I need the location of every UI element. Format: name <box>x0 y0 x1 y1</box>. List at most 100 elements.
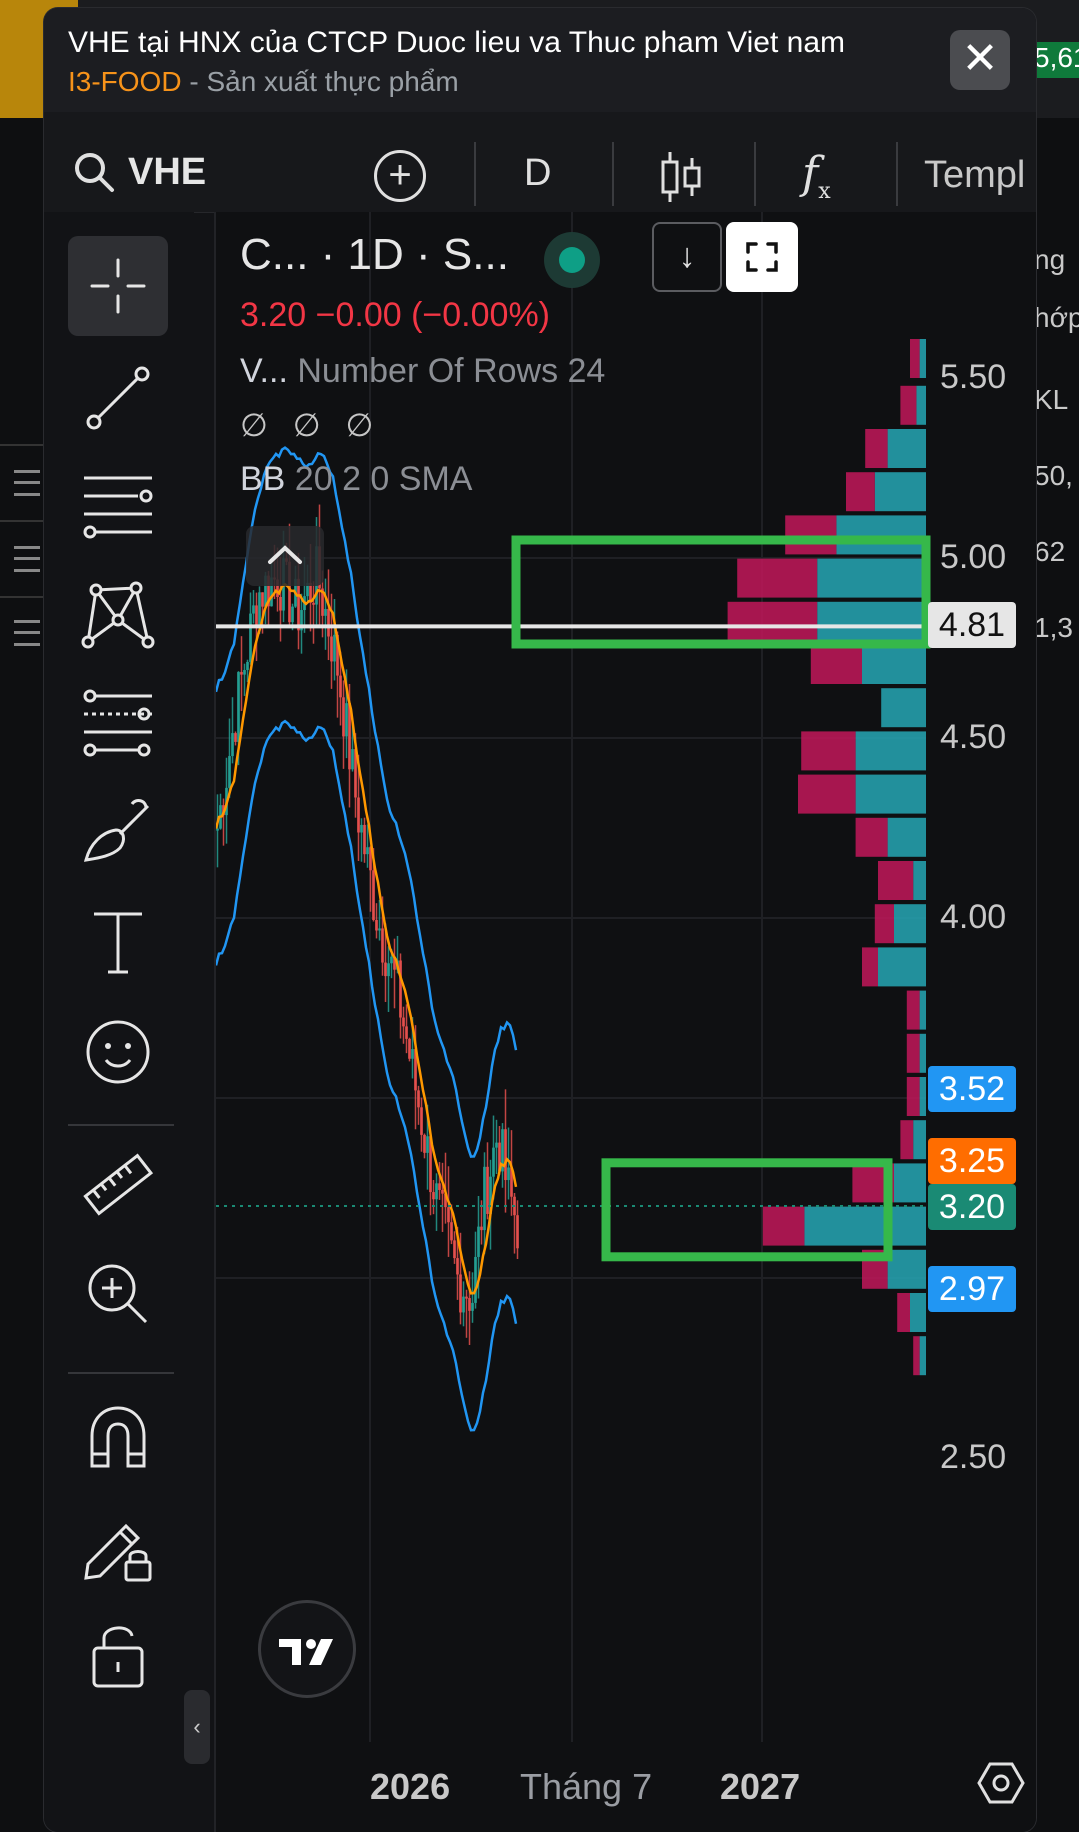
candle-body <box>327 608 330 637</box>
candle-body <box>483 1166 486 1231</box>
legend-bollinger-bands[interactable]: BB 20 2 0 SMA <box>240 460 472 499</box>
lock-tool[interactable] <box>68 1604 168 1704</box>
chart-area[interactable]: C... · 1D · S... ↓ 3.20 −0.00 (−0.00%) V… <box>214 212 1036 1832</box>
legend-arrow-down-button[interactable]: ↓ <box>652 222 722 292</box>
smiley-icon <box>86 1020 150 1084</box>
price-axis-label: 4.00 <box>940 898 1007 936</box>
arrow-down-icon: ↓ <box>678 237 696 275</box>
candle-body <box>516 1215 519 1249</box>
candle-body <box>252 605 255 614</box>
volume-profile-up-bar <box>887 429 926 468</box>
fib-retracement-tool[interactable] <box>68 456 168 556</box>
background-text: hớp <box>1034 302 1079 333</box>
bb-basis-tag: 3.25 <box>928 1138 1016 1184</box>
candle-body <box>387 963 390 977</box>
market-status-icon[interactable] <box>544 232 600 288</box>
candle-body <box>243 669 246 675</box>
legend-volume-profile[interactable]: V... Number Of Rows 24 <box>240 352 605 391</box>
candle-body <box>279 596 282 611</box>
candle-body <box>492 1147 495 1177</box>
collapse-toolbar-button[interactable]: ‹ <box>184 1690 210 1764</box>
close-button[interactable]: ✕ <box>950 30 1010 90</box>
volume-profile-up-bar <box>894 1163 926 1203</box>
toolbar-divider <box>612 142 614 206</box>
price-axis-label: 2.50 <box>940 1438 1007 1476</box>
volume-profile-up-bar <box>919 339 926 378</box>
indicators-button[interactable]: fx <box>802 148 831 204</box>
measure-tool[interactable] <box>68 1136 168 1236</box>
interval-button[interactable]: D <box>524 152 551 195</box>
time-axis[interactable]: 2026 Tháng 7 2027 <box>216 1742 1036 1832</box>
lock-drawings-tool[interactable] <box>68 1496 168 1596</box>
volume-profile-up-bar <box>836 515 926 555</box>
chevron-up-icon <box>268 545 302 564</box>
volume-profile-up-bar <box>817 558 926 598</box>
volume-profile-up-bar <box>894 904 926 944</box>
chart-canvas[interactable] <box>216 212 1036 1832</box>
background-text: 62 <box>1034 536 1066 567</box>
zoom-tool[interactable] <box>68 1244 168 1344</box>
legend-collapse-button[interactable] <box>246 526 324 586</box>
menu-icon[interactable] <box>14 470 40 496</box>
time-axis-label: 2026 <box>370 1766 451 1807</box>
symbol-search-button[interactable]: VHE <box>72 142 206 202</box>
magnet-tool[interactable] <box>68 1388 168 1488</box>
tradingview-logo-icon <box>279 1639 333 1665</box>
price-axis-label: 5.00 <box>940 538 1007 576</box>
volume-profile-down-bar <box>810 645 862 684</box>
crosshair-tool[interactable] <box>68 236 168 336</box>
text-tool[interactable] <box>68 892 168 992</box>
search-icon <box>75 153 114 192</box>
candle-body <box>453 1240 456 1259</box>
plus-icon: + <box>388 153 412 197</box>
background-text: 1,3 <box>1034 612 1073 643</box>
fullscreen-button[interactable] <box>726 222 798 292</box>
time-axis-label: 2027 <box>720 1766 801 1807</box>
candle-body <box>420 1107 423 1135</box>
settings-icon[interactable] <box>976 1758 1026 1808</box>
templates-button[interactable]: Templ <box>924 154 1025 197</box>
volume-profile-down-bar <box>897 1293 910 1332</box>
background-text: KL <box>1034 384 1069 415</box>
bb-name: BB <box>240 460 286 498</box>
brush-tool[interactable] <box>68 782 168 882</box>
magnet-icon <box>90 1406 146 1468</box>
legend-null-values: ∅ ∅ ∅ <box>240 407 382 443</box>
menu-icon[interactable] <box>14 546 40 572</box>
candle-body <box>339 675 342 698</box>
volume-profile-down-bar <box>737 558 818 598</box>
tradingview-logo[interactable] <box>258 1600 356 1698</box>
candle-body <box>228 756 231 788</box>
candle-body <box>360 824 363 833</box>
volume-profile-down-bar <box>798 774 856 814</box>
legend-title[interactable]: C... · 1D · S... <box>240 230 509 280</box>
volume-profile-up-bar <box>804 1206 926 1246</box>
candle-body <box>447 1207 450 1223</box>
candles-icon[interactable] <box>656 150 706 204</box>
candle-body <box>408 1038 411 1059</box>
candle-body <box>504 1129 507 1181</box>
menu-icon[interactable] <box>14 620 40 646</box>
volume-profile-up-bar <box>862 645 926 684</box>
candle-body <box>468 1298 471 1311</box>
background-text: 50, <box>1034 460 1073 491</box>
volume-profile-down-bar <box>913 1336 920 1376</box>
volume-profile-down-bar <box>862 947 878 987</box>
background-text: ng <box>1034 244 1066 275</box>
toolbar-divider <box>68 1372 174 1374</box>
candle-body <box>333 634 336 662</box>
volume-profile-up-bar <box>881 688 926 728</box>
trend-line-tool[interactable] <box>68 348 168 448</box>
volume-profile-down-bar <box>874 904 894 944</box>
bb-lower-tag: 2.97 <box>928 1266 1016 1312</box>
candle-body <box>357 797 360 833</box>
pattern-tool[interactable] <box>68 564 168 664</box>
forecast-tool[interactable] <box>68 674 168 774</box>
candle-body <box>240 672 243 675</box>
chart-toolbar: VHE + D fx Templ <box>44 112 1036 213</box>
compare-symbol-button[interactable]: + <box>374 150 426 202</box>
crosshair-icon <box>90 258 146 314</box>
vp-name: V... <box>240 352 288 390</box>
icon-tool[interactable] <box>68 1002 168 1102</box>
candle-body <box>231 733 234 757</box>
